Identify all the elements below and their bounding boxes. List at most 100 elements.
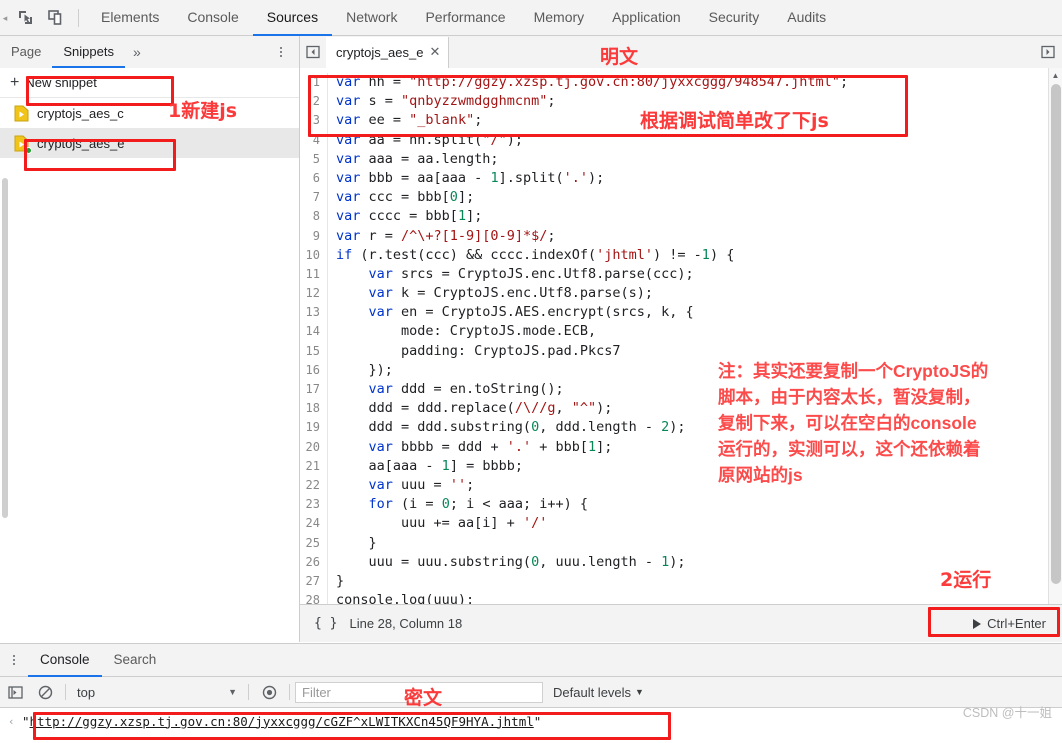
result-arrow-icon: ‹ [8, 714, 15, 728]
run-snippet-button[interactable]: Ctrl+Enter [973, 616, 1046, 631]
code-text[interactable]: if (r.test(ccc) && cccc.indexOf('jhtml')… [328, 246, 734, 265]
code-text[interactable]: ddd = ddd.substring(0, ddd.length - 2); [328, 418, 686, 437]
code-text[interactable]: var uuu = ''; [328, 476, 475, 495]
code-line: 6 var bbb = aa[aaa - 1].split('.'); [300, 168, 1048, 189]
code-text[interactable]: var r = /^\+?[1-9][0-9]*$/; [328, 227, 555, 246]
pretty-print-icon[interactable]: { } [300, 616, 349, 631]
tab-memory[interactable]: Memory [520, 0, 599, 36]
code-text[interactable]: var aaa = aa.length; [328, 150, 499, 169]
code-text[interactable]: var ddd = en.toString(); [328, 380, 564, 399]
scrollbar-thumb[interactable] [1051, 84, 1061, 584]
code-text[interactable]: var bbbb = ddd + '.' + bbb[1]; [328, 438, 613, 457]
tab-elements-label: Elements [101, 8, 160, 25]
plus-icon: + [10, 73, 20, 91]
code-line: 13 var en = CryptoJS.AES.encrypt(srcs, k… [300, 303, 1048, 323]
snippet-item-cryptojs-aes-c[interactable]: cryptojs_aes_c [0, 98, 299, 128]
code-line: 26 uuu = uuu.substring(0, uuu.length - 1… [300, 552, 1048, 572]
code-text[interactable]: var s = "qnbyzzwmdgghmcnm"; [328, 92, 555, 111]
navigator-tab-snippets[interactable]: Snippets [52, 37, 125, 68]
drawer-tab-console[interactable]: Console [28, 644, 102, 677]
code-text[interactable]: var bbb = aa[aaa - 1].split('.'); [328, 169, 604, 188]
code-line: 15 padding: CryptoJS.pad.Pkcs7 [300, 341, 1048, 361]
close-icon[interactable]: ✕ [429, 44, 440, 60]
code-text[interactable]: }); [328, 361, 393, 380]
tab-elements[interactable]: Elements [87, 0, 173, 36]
tab-audits[interactable]: Audits [773, 0, 840, 36]
code-line: 23 for (i = 0; i < aaa; i++) { [300, 495, 1048, 515]
clear-console-icon[interactable] [30, 677, 60, 708]
console-filter-input[interactable]: Filter [295, 681, 543, 703]
snippet-label: cryptojs_aes_c [37, 105, 124, 121]
code-line: 17 var ddd = en.toString(); [300, 380, 1048, 400]
tab-application[interactable]: Application [598, 0, 695, 36]
editor-tab-label: cryptojs_aes_e [336, 44, 424, 60]
sources-sub-toolbar: Page Snippets » cryptojs_aes_e ✕ [0, 36, 1062, 68]
cursor-position-label: Line 28, Column 18 [349, 616, 463, 631]
code-line: 2 var s = "qnbyzzwmdgghmcnm"; [300, 92, 1048, 112]
line-number: 1 [300, 73, 328, 93]
scroll-up-icon[interactable]: ▲ [1049, 68, 1062, 82]
code-text[interactable]: var k = CryptoJS.enc.Utf8.parse(s); [328, 284, 653, 303]
code-text[interactable]: var hh = "http://ggzy.xzsp.tj.gov.cn:80/… [328, 73, 848, 92]
editor-tab-overflow-icon[interactable] [1034, 36, 1062, 68]
new-snippet-button[interactable]: + New snippet [0, 68, 299, 98]
devtools-window: ◂ Elements Console Sources Network Perfo… [0, 0, 1062, 743]
editor-status-bar: { } Line 28, Column 18 Ctrl+Enter [300, 604, 1062, 642]
code-text[interactable]: var ee = "_blank"; [328, 111, 482, 130]
navigator-tab-page-label: Page [11, 43, 42, 59]
execution-context-selector[interactable]: top ▼ [71, 681, 243, 703]
snippet-modified-dot [25, 146, 32, 154]
snippet-item-cryptojs-aes-e[interactable]: cryptojs_aes_e [0, 128, 299, 158]
code-text[interactable]: var aa = hh.split("/"); [328, 131, 523, 150]
tab-performance[interactable]: Performance [411, 0, 519, 36]
code-text[interactable]: uuu = uuu.substring(0, uuu.length - 1); [328, 553, 686, 572]
console-result-value[interactable]: "http://ggzy.xzsp.tj.gov.cn:80/jyxxcggg/… [22, 714, 541, 729]
console-toolbar-divider-3 [289, 684, 290, 700]
code-line: 18 ddd = ddd.replace(/\//g, "^"); [300, 399, 1048, 419]
device-toolbar-icon[interactable] [40, 4, 70, 32]
code-line: 22 var uuu = ''; [300, 475, 1048, 496]
code-text[interactable]: padding: CryptoJS.pad.Pkcs7 [328, 342, 620, 361]
code-text[interactable]: } [328, 572, 344, 591]
tab-sources[interactable]: Sources [252, 0, 333, 36]
line-number: 19 [300, 418, 328, 438]
log-levels-selector[interactable]: Default levels ▼ [553, 685, 644, 700]
code-line: 12 var k = CryptoJS.enc.Utf8.parse(s); [300, 284, 1048, 304]
navigator-more-options-icon[interactable] [273, 43, 289, 61]
console-sidebar-icon[interactable] [0, 677, 30, 708]
navigator-tab-page[interactable]: Page [0, 37, 52, 68]
code-text[interactable]: aa[aaa - 1] = bbbb; [328, 457, 523, 476]
code-text[interactable]: uuu += aa[i] + '/' [328, 514, 547, 533]
tab-network[interactable]: Network [332, 0, 411, 36]
console-result-url[interactable]: http://ggzy.xzsp.tj.gov.cn:80/jyxxcggg/c… [30, 714, 534, 729]
console-result-row: ‹ "http://ggzy.xzsp.tj.gov.cn:80/jyxxcgg… [0, 708, 1062, 734]
tab-console[interactable]: Console [173, 0, 252, 36]
navigator-more-tabs-icon[interactable]: » [125, 44, 149, 60]
code-text[interactable]: var srcs = CryptoJS.enc.Utf8.parse(ccc); [328, 265, 694, 284]
tab-security[interactable]: Security [695, 0, 774, 36]
drawer-tab-search[interactable]: Search [102, 644, 169, 677]
drawer-more-options-icon[interactable] [0, 643, 28, 677]
console-toolbar-divider [65, 684, 66, 700]
line-number: 26 [300, 552, 328, 572]
code-text[interactable]: var cccc = bbb[1]; [328, 207, 482, 226]
eye-icon[interactable] [254, 677, 284, 708]
code-text[interactable]: var ccc = bbb[0]; [328, 188, 474, 207]
code-text[interactable]: ddd = ddd.replace(/\//g, "^"); [328, 399, 613, 418]
line-number: 10 [300, 245, 328, 265]
line-number: 25 [300, 533, 328, 553]
editor-tab-cryptojs-aes-e[interactable]: cryptojs_aes_e ✕ [326, 36, 450, 68]
inspect-element-icon[interactable] [10, 4, 40, 32]
code-line: 19 ddd = ddd.substring(0, ddd.length - 2… [300, 418, 1048, 438]
show-navigator-icon[interactable] [300, 36, 326, 68]
code-text[interactable]: var en = CryptoJS.AES.encrypt(srcs, k, { [328, 303, 694, 322]
editor-vertical-scrollbar[interactable]: ▲ ▼ [1048, 68, 1062, 642]
code-content[interactable]: 1 var hh = "http://ggzy.xzsp.tj.gov.cn:80… [300, 68, 1048, 642]
code-text[interactable]: for (i = 0; i < aaa; i++) { [328, 495, 588, 514]
navigator-scrollbar[interactable] [2, 178, 8, 518]
log-levels-label: Default levels [553, 684, 632, 700]
execution-context-label: top [77, 684, 96, 700]
code-text[interactable]: } [328, 534, 377, 553]
code-text[interactable]: mode: CryptoJS.mode.ECB, [328, 322, 596, 341]
panel-resize-handle[interactable]: ◂ [0, 0, 10, 36]
